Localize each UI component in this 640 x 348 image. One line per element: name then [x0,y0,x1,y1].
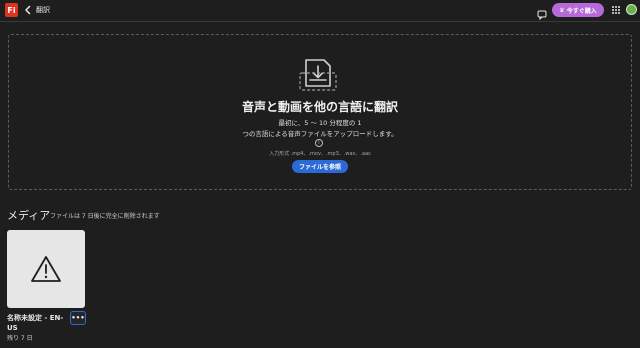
app-logo[interactable]: Fi [5,3,18,17]
media-heading: メディア [7,209,51,222]
chat-icon[interactable] [537,5,547,21]
supported-formats: 入力形式 .mp4、.mov、.mp3、.wav、.aac [269,151,371,157]
apps-grid-icon[interactable] [612,6,620,14]
media-thumbnail[interactable] [7,230,85,308]
media-item-name[interactable]: 名称未設定 - EN-US [7,313,67,333]
back-chevron-icon[interactable] [23,4,33,16]
upload-description: 最初に、5 ～ 10 分程度の 1 つの言語による音声ファイルをアップロードしま… [0,118,640,140]
upload-title: 音声と動画を他の言語に翻訳 [241,100,398,114]
media-item-remaining: 残り 7 日 [7,335,33,342]
upload-description-line1: 最初に、5 ～ 10 分程度の 1 [278,119,362,127]
page-title: 翻訳 [36,6,50,14]
media-retention-note: ファイルは 7 日後に完全に削除されます [50,213,160,220]
upload-file-icon [298,56,338,91]
top-bar: Fi 翻訳 ♛ 今すぐ購入 [0,0,640,21]
avatar[interactable] [626,4,637,15]
warning-icon [31,256,61,282]
buy-now-label: 今すぐ購入 [566,7,597,15]
header-divider [0,21,640,22]
buy-now-button[interactable]: ♛ 今すぐ購入 [552,3,604,17]
crown-icon: ♛ [559,6,565,14]
more-options-button[interactable]: ••• [70,311,86,325]
browse-files-button[interactable]: ファイルを参照 [292,160,348,173]
info-icon[interactable]: i [315,139,323,147]
